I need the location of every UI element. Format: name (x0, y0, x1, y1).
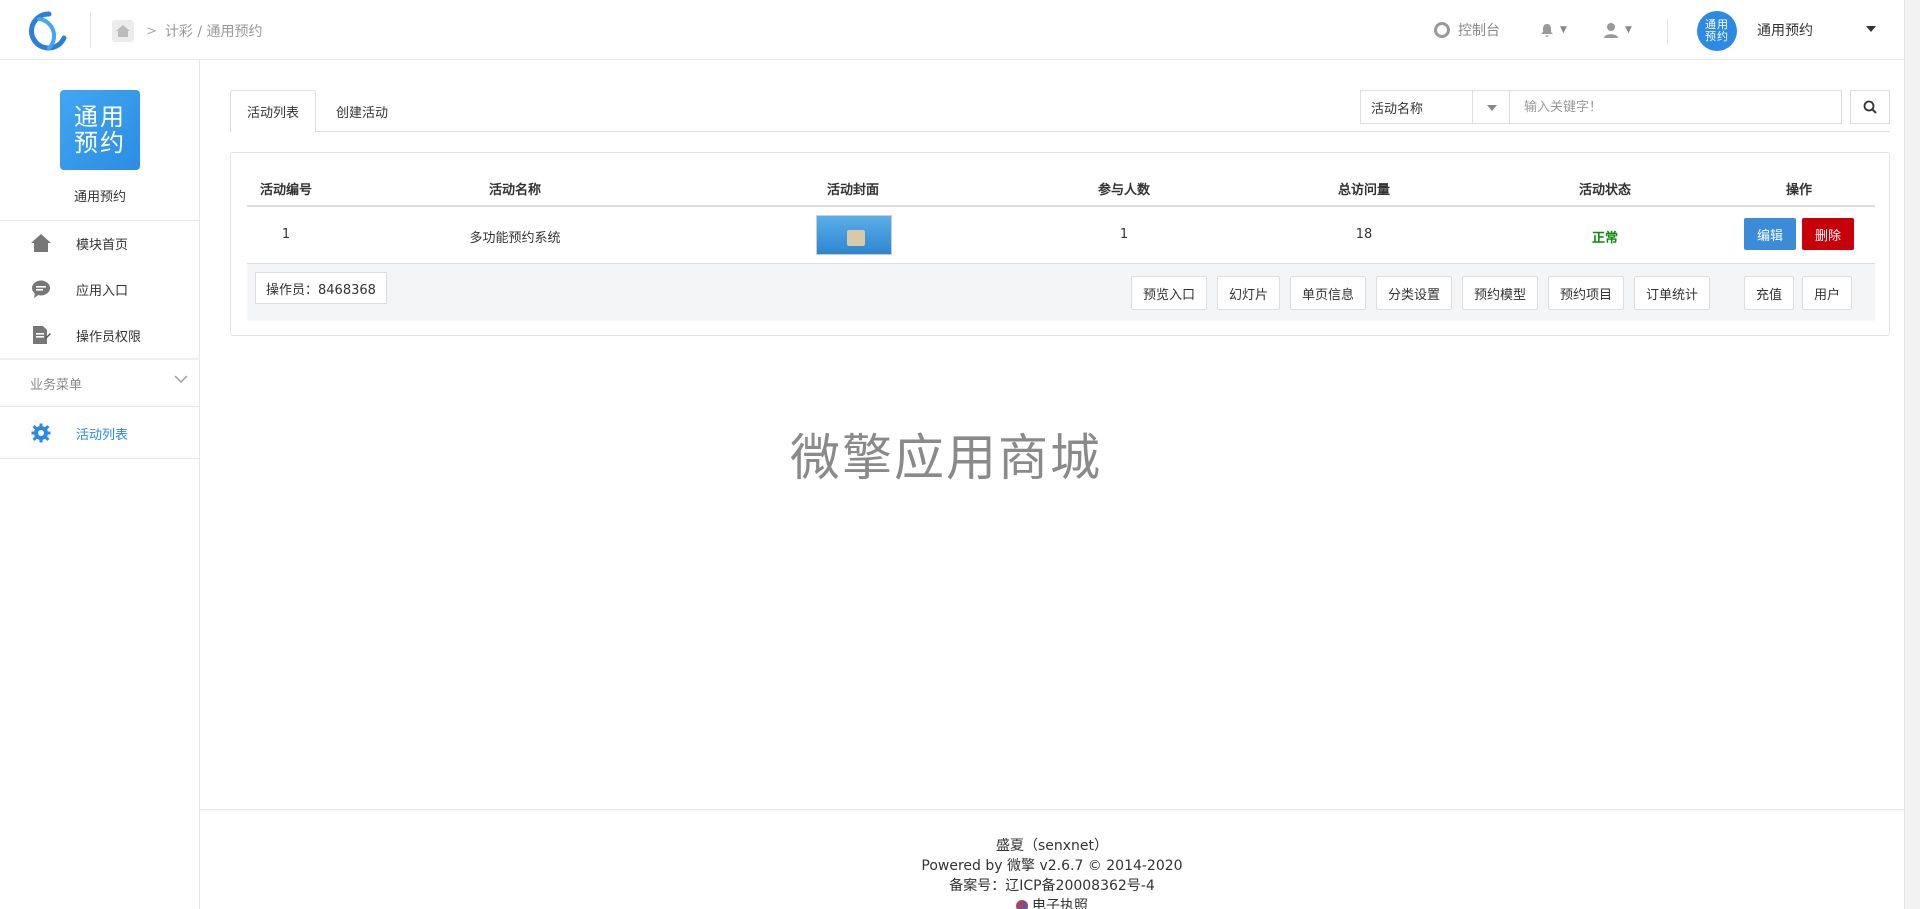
slideshow-button[interactable]: 幻灯片 (1217, 276, 1281, 310)
search-field-selected: 活动名称 (1371, 101, 1424, 117)
cell-activity-name: 多功能预约系统 (469, 231, 561, 246)
sidebar-item-app-entry[interactable]: 应用入口 (0, 266, 200, 312)
sidebar-item-label: 模块首页 (76, 237, 129, 253)
header-divider (1667, 18, 1668, 44)
search-field-select[interactable]: 活动名称 (1360, 90, 1510, 124)
page-footer: 盛夏（senxnet） Powered by 微擎 v2.6.7 © 2014-… (200, 809, 1904, 909)
footer-license-link[interactable]: 电子执照 (200, 896, 1904, 909)
sidebar-item-activity-list[interactable]: 活动列表 (0, 410, 200, 456)
single-page-button[interactable]: 单页信息 (1290, 276, 1367, 310)
watermark: 微擎应用商城 (790, 429, 1102, 487)
users-button[interactable]: 用户 (1802, 276, 1853, 310)
notification-menu[interactable]: ▼ (1540, 0, 1567, 60)
search-icon (1863, 100, 1877, 114)
gear-icon (30, 422, 52, 444)
home-icon (30, 232, 52, 254)
edit-button[interactable]: 编辑 (1744, 218, 1796, 250)
sidebar-divider (0, 458, 200, 459)
row-actions-bar: 操作员：8468368 预览入口 幻灯片 单页信息 分类设置 预约模型 预约项目… (247, 263, 1875, 321)
select-divider (1472, 91, 1473, 123)
column-header: 活动状态 (1578, 183, 1632, 198)
home-icon[interactable] (112, 20, 134, 42)
chat-icon (30, 278, 52, 300)
breadcrumb-path[interactable]: 计彩 / 通用预约 (165, 21, 263, 41)
cell-activity-id: 1 (281, 227, 291, 242)
chevron-right-icon: > (146, 23, 157, 39)
footer-company: 盛夏（senxnet） (995, 838, 1109, 854)
caret-down-icon: ▼ (1560, 25, 1567, 35)
column-header: 参与人数 (1097, 183, 1151, 198)
tab-activity-list[interactable]: 活动列表 (230, 90, 317, 133)
page-scrollbar[interactable] (1904, 0, 1920, 909)
dashboard-icon (1434, 22, 1450, 38)
category-settings-button[interactable]: 分类设置 (1376, 276, 1453, 310)
account-name[interactable]: 通用预约 (1757, 20, 1813, 40)
top-header: > 计彩 / 通用预约 控制台 ▼ ▼ 通用 预约 通用预约 (0, 0, 1904, 60)
header-divider (90, 12, 91, 48)
column-header: 活动名称 (488, 183, 542, 198)
chevron-down-icon (174, 375, 188, 383)
column-header: 总访问量 (1337, 183, 1391, 198)
caret-down-icon (1487, 105, 1497, 111)
footer-license-label: 电子执照 (1032, 898, 1088, 909)
sidebar-item-label: 应用入口 (76, 283, 129, 299)
activity-table-panel: 活动编号 活动名称 活动封面 参与人数 总访问量 活动状态 操作 1 多功能预约… (230, 152, 1890, 336)
search-input[interactable] (1510, 90, 1842, 124)
sidebar-divider (0, 406, 200, 407)
sidebar-item-label: 操作员权限 (76, 329, 142, 345)
sidebar: 通用 预约 通用预约 模块首页 应用入口 操作员权限 业务菜单 活动列表 (0, 60, 200, 909)
sidebar-item-operator-permissions[interactable]: 操作员权限 (0, 312, 200, 358)
sidebar-item-label: 活动列表 (76, 427, 129, 443)
cell-visits: 18 (1355, 227, 1373, 242)
delete-button[interactable]: 删除 (1802, 218, 1854, 250)
document-edit-icon (30, 324, 52, 346)
caret-down-icon[interactable] (1866, 26, 1876, 32)
sidebar-group-business-menu[interactable]: 业务菜单 (0, 360, 200, 406)
column-header: 活动编号 (259, 183, 313, 198)
license-icon (1016, 900, 1028, 909)
sidebar-item-module-home[interactable]: 模块首页 (0, 220, 200, 266)
booking-items-button[interactable]: 预约项目 (1548, 276, 1625, 310)
search-button[interactable] (1850, 90, 1890, 124)
user-menu[interactable]: ▼ (1603, 0, 1632, 60)
app-logo: 通用 预约 (60, 90, 140, 170)
activity-cover-image[interactable] (816, 215, 892, 255)
console-label: 控制台 (1458, 23, 1500, 39)
bell-icon (1541, 23, 1553, 37)
avatar[interactable]: 通用 预约 (1697, 11, 1737, 51)
order-stats-button[interactable]: 订单统计 (1634, 276, 1711, 310)
footer-powered-by: Powered by 微擎 v2.6.7 © 2014-2020 (921, 858, 1183, 874)
cell-participants: 1 (1119, 227, 1129, 242)
operator-label: 操作员：8468368 (255, 272, 387, 304)
footer-icp[interactable]: 备案号：辽ICP备20008362号-4 (200, 876, 1904, 896)
status-badge: 正常 (1591, 231, 1619, 246)
header-divider (247, 205, 1875, 207)
column-header: 活动封面 (826, 183, 880, 198)
brand-logo-icon[interactable] (28, 10, 70, 52)
caret-down-icon: ▼ (1625, 25, 1632, 35)
app-name: 通用预约 (73, 190, 126, 205)
console-link[interactable]: 控制台 (1434, 0, 1500, 60)
sidebar-group-label: 业务菜单 (30, 377, 83, 393)
breadcrumb: > 计彩 / 通用预约 (112, 20, 263, 42)
recharge-button[interactable]: 充值 (1744, 276, 1795, 310)
user-icon (1604, 23, 1618, 38)
column-header: 操作 (1785, 183, 1813, 198)
tab-create-activity[interactable]: 创建活动 (320, 90, 404, 132)
preview-entry-button[interactable]: 预览入口 (1131, 276, 1208, 310)
booking-model-button[interactable]: 预约模型 (1462, 276, 1539, 310)
